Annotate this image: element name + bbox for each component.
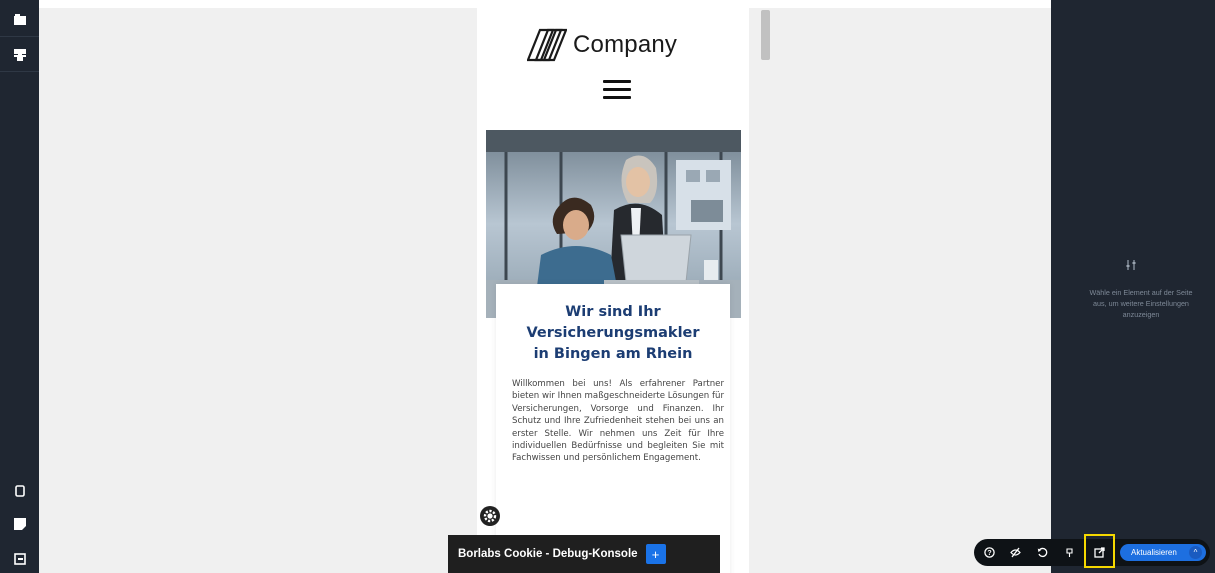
visibility-off-icon[interactable] (1007, 544, 1024, 561)
company-logo-icon (527, 28, 567, 62)
settings-panel: Wähle ein Element auf der Seite aus, um … (1051, 0, 1215, 573)
responsive-icon[interactable] (1062, 544, 1079, 561)
card-body-text: Willkommen bei uns! Als erfahrener Partn… (512, 379, 724, 464)
help-icon[interactable]: ? (981, 544, 998, 561)
cookie-settings-gear-icon[interactable] (480, 506, 500, 526)
canvas-top-strip (39, 0, 1051, 8)
left-toolbar (0, 0, 39, 573)
card-title: Wir sind Ihr Versicherungsmakler in Bing… (496, 302, 730, 365)
component-icon[interactable] (0, 38, 39, 72)
mobile-preview[interactable]: Company Wir sind Ihr Versicherungsmakler… (477, 8, 749, 573)
note-icon[interactable] (0, 507, 39, 541)
update-options-caret[interactable]: ^ (1189, 546, 1202, 559)
open-external-icon[interactable] (1091, 544, 1108, 561)
card-title-line: in Bingen am Rhein (533, 346, 693, 362)
editor-canvas: Company Wir sind Ihr Versicherungsmakler… (39, 0, 1051, 573)
folder-icon[interactable] (0, 3, 39, 37)
menu-hamburger-icon[interactable] (603, 80, 631, 100)
cookie-debug-console[interactable]: Borlabs Cookie - Debug-Konsole + (448, 535, 720, 573)
action-bar: ? Aktualisieren ^ (974, 534, 1210, 568)
card-title-line: Wir sind Ihr (565, 304, 661, 320)
logo-text: Company (573, 31, 678, 58)
mobile-device-icon[interactable] (0, 474, 39, 508)
preview-scrollbar[interactable] (761, 10, 770, 60)
exit-icon[interactable] (0, 542, 39, 573)
cookie-console-expand-button[interactable]: + (645, 544, 666, 564)
intro-card: Wir sind Ihr Versicherungsmakler in Bing… (496, 284, 730, 573)
settings-hint: Wähle ein Element auf der Seite aus, um … (1089, 288, 1193, 319)
history-icon[interactable] (1034, 544, 1051, 561)
sliders-icon (1125, 258, 1137, 276)
logo[interactable]: Company (527, 28, 677, 62)
update-button-label: Aktualisieren (1131, 548, 1177, 557)
card-title-line: Versicherungsmakler (526, 325, 700, 341)
update-button[interactable]: Aktualisieren ^ (1120, 544, 1206, 561)
cookie-console-label: Borlabs Cookie - Debug-Konsole (458, 548, 638, 560)
editor-root: Company Wir sind Ihr Versicherungsmakler… (0, 0, 1215, 573)
svg-text:?: ? (987, 550, 991, 557)
